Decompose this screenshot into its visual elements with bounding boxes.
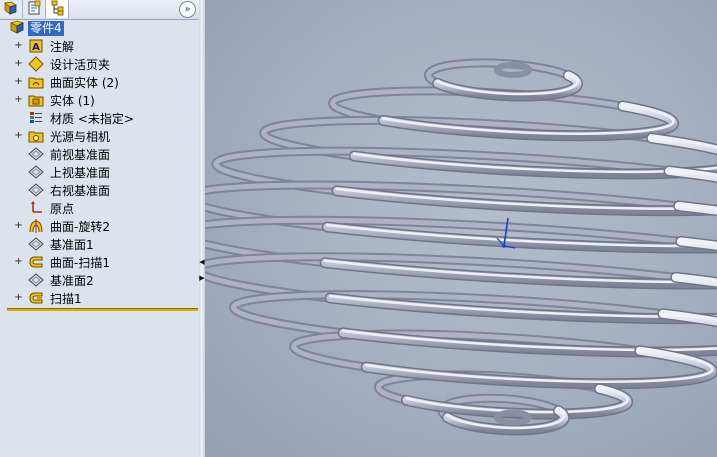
expand-plus-icon[interactable]: + [14, 131, 23, 141]
tree-item-sweep1[interactable]: + 扫描1 [0, 289, 199, 307]
tab-feature-tree[interactable] [0, 0, 23, 18]
tree-root-label: 零件4 [28, 20, 64, 36]
annotations-icon: A [28, 38, 44, 54]
tree-item-surface-sweep1[interactable]: + 曲面-扫描1 [0, 253, 199, 271]
tree-item-plane1[interactable]: 基准面1 [0, 235, 199, 253]
surface-sweep-icon [28, 254, 44, 270]
feature-manager-panel: » 零件4 + A 注解 + 设计活页夹 + 曲面实体 (2) + 实体 (1)… [0, 0, 199, 457]
solid-bodies-icon [28, 92, 44, 108]
tree-root-part[interactable]: 零件4 [9, 20, 64, 36]
tree-item-origin[interactable]: 原点 [0, 199, 199, 217]
tab-property-manager[interactable] [23, 0, 46, 18]
part-icon [9, 19, 25, 38]
tree-item-label: 右视基准面 [50, 183, 111, 198]
tree-item-label: 基准面2 [50, 273, 94, 288]
tree-item-lights-cameras[interactable]: + 光源与相机 [0, 127, 199, 145]
surface-revolve-icon [28, 218, 44, 234]
plane-icon [28, 146, 44, 162]
tab-configuration-manager[interactable] [46, 0, 69, 18]
svg-text:A: A [32, 42, 40, 53]
expand-plus-icon[interactable]: + [14, 59, 23, 69]
expand-plus-icon[interactable]: + [14, 77, 23, 87]
tree-item-material[interactable]: 材质 <未指定> [0, 109, 199, 127]
material-icon [28, 110, 44, 126]
configuration-manager-icon [49, 0, 65, 19]
coil-top-end [494, 61, 532, 78]
expand-plus-icon[interactable]: + [14, 221, 23, 231]
tree-item-label: 曲面-旋转2 [50, 219, 110, 234]
tree-item-label: 前视基准面 [50, 147, 111, 162]
plane-icon [28, 164, 44, 180]
lights-cameras-icon [28, 128, 44, 144]
plane-icon [28, 236, 44, 252]
tree-item-solid-bodies[interactable]: + 实体 (1) [0, 91, 199, 109]
tree-item-label: 材质 <未指定> [50, 111, 134, 126]
feature-tree-icon [3, 0, 19, 19]
tree-item-label: 基准面1 [50, 237, 94, 252]
origin-icon [28, 200, 44, 216]
tree-item-label: 注解 [50, 39, 75, 54]
tree-item-front-plane[interactable]: 前视基准面 [0, 145, 199, 163]
property-manager-icon [26, 0, 42, 19]
collapse-left-arrow-icon: ◀ [199, 258, 205, 266]
design-binder-icon [28, 56, 44, 72]
tree-item-right-plane[interactable]: 右视基准面 [0, 181, 199, 199]
expand-plus-icon[interactable]: + [14, 293, 23, 303]
expand-plus-icon[interactable]: + [14, 257, 23, 267]
tree-item-annotations[interactable]: + A 注解 [0, 37, 199, 55]
tree-item-label: 曲面-扫描1 [50, 255, 110, 270]
tree-item-label: 曲面实体 (2) [50, 75, 119, 90]
plane-icon [28, 182, 44, 198]
tree-item-plane2[interactable]: 基准面2 [0, 271, 199, 289]
expand-plus-icon[interactable]: + [14, 41, 23, 51]
spherical-spring-model[interactable] [205, 0, 717, 457]
expand-plus-icon[interactable]: + [14, 95, 23, 105]
feature-manager-tabbar: » [0, 0, 199, 20]
tree-item-label: 实体 (1) [50, 93, 95, 108]
tree-item-design-binder[interactable]: + 设计活页夹 [0, 55, 199, 73]
tree-item-label: 设计活页夹 [50, 57, 111, 72]
expand-panel-button[interactable]: » [179, 1, 196, 18]
double-chevron-right-icon: » [184, 3, 191, 15]
tree-item-top-plane[interactable]: 上视基准面 [0, 163, 199, 181]
expand-right-arrow-icon: ▶ [199, 274, 205, 282]
rollback-bar[interactable] [7, 308, 198, 311]
plane-icon [28, 272, 44, 288]
tree-item-surface-revolve2[interactable]: + 曲面-旋转2 [0, 217, 199, 235]
graphics-area[interactable] [205, 0, 717, 457]
tree-item-label: 扫描1 [50, 291, 82, 306]
tree-item-surface-bodies[interactable]: + 曲面实体 (2) [0, 73, 199, 91]
tree-item-label: 上视基准面 [50, 165, 111, 180]
tree-item-label: 原点 [50, 201, 75, 216]
surface-bodies-icon [28, 74, 44, 90]
tree-item-label: 光源与相机 [50, 129, 111, 144]
sweep-icon [28, 290, 44, 306]
